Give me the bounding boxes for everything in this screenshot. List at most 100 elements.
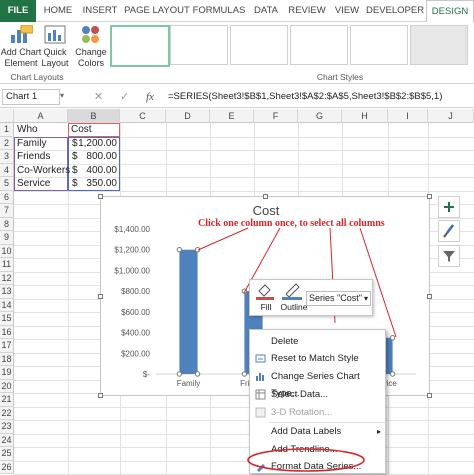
cell-cost[interactable]: 1,200.00 [78, 138, 117, 149]
bar-selection-handle[interactable] [389, 371, 396, 377]
row-header[interactable]: 14 [0, 298, 14, 312]
row-header[interactable]: 22 [0, 406, 14, 420]
row-header[interactable]: 23 [0, 420, 14, 434]
series-select-dropdown[interactable]: Series "Cost" ▾ [306, 291, 371, 306]
bar-selection-handle[interactable] [241, 288, 248, 294]
menu-item-add-trendline[interactable]: Add Trendline... [250, 441, 387, 458]
row-header[interactable]: 12 [0, 271, 14, 285]
column-header[interactable]: H [342, 109, 388, 123]
menu-item-label: Format Data Series... [271, 461, 362, 472]
row-header[interactable]: 1 [0, 123, 14, 137]
row-header[interactable]: 7 [0, 204, 14, 218]
chart-styles-button[interactable] [438, 220, 460, 242]
bar-selection-handle[interactable] [389, 335, 396, 341]
cell-cost[interactable]: 400.00 [86, 165, 117, 176]
row-header[interactable]: 26 [0, 460, 14, 474]
bar-selection-handle[interactable] [194, 247, 201, 253]
chart-filters-button[interactable] [438, 245, 460, 267]
quick-layout-button[interactable]: Quick Layout [40, 25, 70, 69]
formula-input[interactable]: =SERIES(Sheet3!$B$1,Sheet3!$A$2:$A$5,She… [168, 89, 474, 105]
bar-selection-handle[interactable] [194, 371, 201, 377]
chart-style-2[interactable] [170, 25, 228, 65]
bar-selection-handle[interactable] [241, 371, 248, 377]
tab-developer[interactable]: DEVELOPER [366, 0, 424, 22]
row-header[interactable]: 5 [0, 177, 14, 191]
chart-style-5[interactable] [350, 25, 408, 65]
column-header[interactable]: F [254, 109, 298, 123]
menu-item-reset-style[interactable]: Reset to Match Style [250, 350, 387, 367]
menu-item-select-data[interactable]: Select Data... [250, 386, 387, 403]
row-header[interactable]: 11 [0, 258, 14, 272]
tab-data[interactable]: DATA [250, 0, 282, 22]
row-header[interactable]: 9 [0, 231, 14, 245]
tab-page-layout[interactable]: PAGE LAYOUT [124, 0, 190, 22]
change-colors-button[interactable]: Change Colors [74, 25, 108, 69]
menu-item-delete[interactable]: Delete [250, 333, 387, 350]
column-header[interactable]: G [298, 109, 342, 123]
tab-view[interactable]: VIEW [332, 0, 362, 22]
fill-button[interactable]: Fill [254, 282, 278, 314]
row-header[interactable]: 20 [0, 379, 14, 393]
tab-review[interactable]: REVIEW [286, 0, 328, 22]
bar-selection-handle[interactable] [176, 371, 183, 377]
tab-design[interactable]: DESIGN [426, 0, 474, 24]
row-header[interactable]: 13 [0, 285, 14, 299]
tab-formulas[interactable]: FORMULAS [192, 0, 246, 22]
add-chart-element-button[interactable]: Add Chart Element [1, 25, 41, 69]
column-header[interactable]: B [68, 109, 120, 123]
select-all-corner[interactable] [0, 109, 14, 123]
bar[interactable] [179, 249, 198, 374]
menu-item-format-data-series[interactable]: Format Data Series... [250, 458, 387, 475]
row-header[interactable]: 17 [0, 339, 14, 353]
row-header[interactable]: 4 [0, 163, 14, 177]
row-header[interactable]: 21 [0, 393, 14, 407]
y-tick-label: $- [143, 370, 150, 379]
column-header[interactable]: E [210, 109, 254, 123]
enter-icon[interactable]: ✓ [120, 89, 134, 105]
name-box[interactable]: Chart 1 [2, 89, 60, 105]
tab-home[interactable]: HOME [40, 0, 76, 22]
chart-style-3[interactable] [230, 25, 288, 65]
column-header[interactable]: C [120, 109, 166, 123]
row-header[interactable]: 10 [0, 244, 14, 258]
name-box-dropdown-icon[interactable]: ▾ [60, 89, 70, 105]
row-header[interactable]: 16 [0, 325, 14, 339]
menu-item-change-chart-type[interactable]: Change Series Chart Type... [250, 368, 387, 399]
tab-file[interactable]: FILE [0, 0, 36, 22]
outline-button[interactable]: Outline [280, 282, 308, 314]
cell-who[interactable]: Co-Workers [17, 165, 70, 176]
row-header[interactable]: 18 [0, 352, 14, 366]
row-header[interactable]: 8 [0, 217, 14, 231]
cell-cost[interactable]: 350.00 [86, 178, 117, 189]
filter-icon [443, 251, 455, 262]
column-header[interactable]: D [166, 109, 210, 123]
cancel-icon[interactable]: ✕ [94, 89, 108, 105]
menu-item-add-data-labels[interactable]: Add Data Labels ▸ [250, 423, 387, 440]
row-header[interactable]: 19 [0, 366, 14, 380]
row-header[interactable]: 24 [0, 433, 14, 447]
paintbrush-icon [443, 224, 454, 238]
row-header[interactable]: 15 [0, 312, 14, 326]
row-header[interactable]: 25 [0, 447, 14, 461]
tab-insert[interactable]: INSERT [80, 0, 120, 22]
row-header[interactable]: 6 [0, 190, 14, 204]
column-header[interactable]: A [14, 109, 68, 123]
bar-selection-handle[interactable] [176, 247, 183, 253]
chart-styles-scroll[interactable] [465, 25, 474, 63]
change-colors-label: Change Colors [75, 47, 107, 68]
chart-style-4[interactable] [290, 25, 348, 65]
cell-who[interactable]: Family [17, 138, 46, 149]
column-header[interactable]: I [388, 109, 428, 123]
cell-cost[interactable]: 800.00 [86, 151, 117, 162]
cell-a1[interactable]: Who [17, 124, 38, 135]
column-header[interactable]: J [428, 109, 474, 123]
row-header[interactable]: 3 [0, 150, 14, 164]
chart-style-1[interactable] [110, 25, 170, 67]
chart-style-6[interactable] [410, 25, 468, 65]
chart-title[interactable]: Cost [253, 203, 280, 218]
chart-elements-button[interactable] [438, 196, 460, 218]
cell-who[interactable]: Friends [17, 151, 50, 162]
cell-who[interactable]: Service [17, 178, 50, 189]
function-icon[interactable]: fx [146, 89, 160, 105]
row-header[interactable]: 2 [0, 136, 14, 150]
